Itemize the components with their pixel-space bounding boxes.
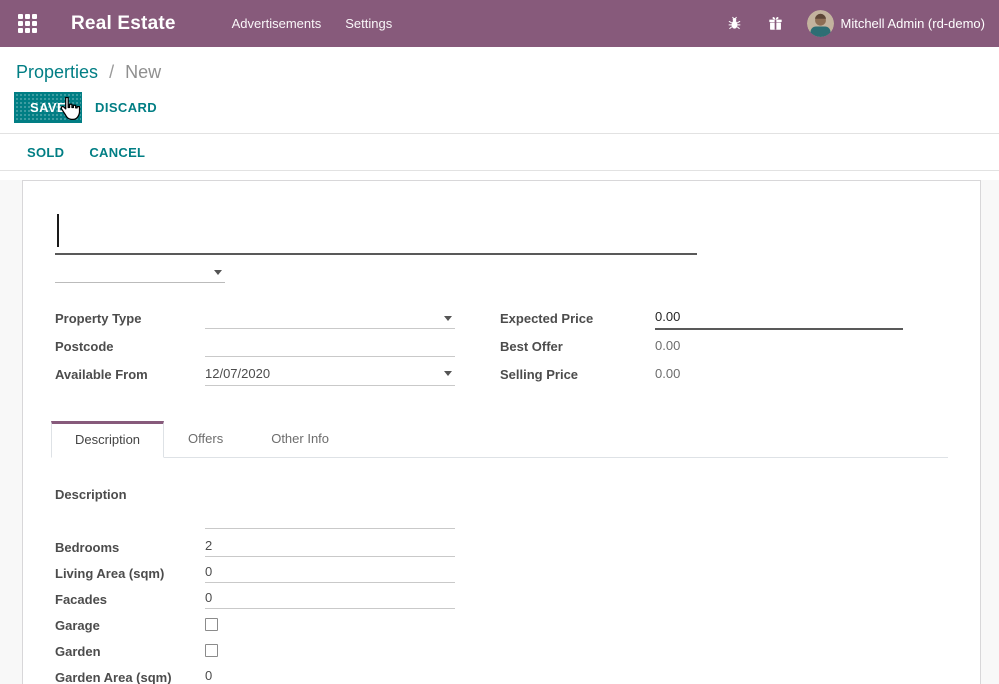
field-column-right: Expected Price 0.00 Best Offer 0.00 Sell… [500,304,948,388]
tab-offers[interactable]: Offers [164,420,247,457]
navbar-right: Mitchell Admin (rd-demo) [701,10,986,37]
field-row-expected-price: Expected Price 0.00 [500,304,948,332]
living-area-value: 0 [205,564,212,579]
description-label: Description [55,485,205,529]
property-name-input[interactable] [55,211,697,255]
form-view: Property Type Postcode Available From [0,180,999,684]
property-type-select[interactable] [205,308,455,329]
garden-area-input[interactable]: 0 [205,666,455,684]
tab-content-description: Description Bedrooms 2 Living Area (sqm)… [55,458,948,684]
user-menu[interactable]: Mitchell Admin (rd-demo) [783,10,986,37]
bug-icon[interactable] [727,16,742,31]
garage-label: Garage [55,616,205,633]
form-sheet: Property Type Postcode Available From [22,180,981,684]
field-row-description: Description [55,485,948,529]
text-caret [57,214,59,247]
living-area-input[interactable]: 0 [205,562,455,583]
field-row-bedrooms: Bedrooms 2 [55,533,948,559]
save-button[interactable]: SAVE [14,92,82,123]
breadcrumb-separator: / [109,62,114,82]
field-row-available-from: Available From 12/07/2020 [55,360,500,388]
property-type-label: Property Type [55,311,205,326]
field-row-property-type: Property Type [55,304,500,332]
available-from-value: 12/07/2020 [205,366,270,381]
top-navbar: Real Estate Advertisements Settings [0,0,999,47]
field-row-living-area: Living Area (sqm) 0 [55,559,948,585]
selling-price-label: Selling Price [500,367,655,382]
field-row-selling-price: Selling Price 0.00 [500,360,948,388]
form-statusbar: SOLD CANCEL [0,133,999,171]
field-column-left: Property Type Postcode Available From [55,304,500,388]
cancel-button[interactable]: CANCEL [89,145,145,160]
postcode-input[interactable] [205,336,455,357]
bedrooms-input[interactable]: 2 [205,536,455,557]
postcode-label: Postcode [55,339,205,354]
field-row-postcode: Postcode [55,332,500,360]
garden-checkbox[interactable] [205,644,218,657]
field-row-garden: Garden [55,637,948,663]
app-menus: Advertisements Settings [232,16,393,31]
bedrooms-label: Bedrooms [55,538,205,555]
gift-icon[interactable] [768,16,783,31]
notebook-tabs: Description Offers Other Info [51,420,948,458]
available-from-date-input[interactable]: 12/07/2020 [205,363,455,386]
garden-label: Garden [55,642,205,659]
tab-description[interactable]: Description [51,421,164,458]
form-action-bar: SAVE DISCARD [0,83,999,133]
app-name[interactable]: Real Estate [71,13,176,35]
field-row-garage: Garage [55,611,948,637]
best-offer-value: 0.00 [655,335,680,357]
field-row-best-offer: Best Offer 0.00 [500,332,948,360]
property-tags-input[interactable] [55,262,225,283]
sold-button[interactable]: SOLD [27,145,64,160]
field-row-facades: Facades 0 [55,585,948,611]
breadcrumb-current: New [125,62,161,82]
chevron-down-icon [444,316,452,321]
garage-checkbox[interactable] [205,618,218,631]
chevron-down-icon [214,270,222,275]
field-grid: Property Type Postcode Available From [55,304,948,388]
gift-icon [768,16,783,31]
breadcrumb-properties-link[interactable]: Properties [16,62,98,82]
field-row-garden-area: Garden Area (sqm) 0 [55,663,948,684]
bedrooms-value: 2 [205,538,212,553]
apps-grid-icon [18,14,37,33]
living-area-label: Living Area (sqm) [55,564,205,581]
discard-button[interactable]: DISCARD [95,100,157,115]
garden-area-value: 0 [205,668,212,683]
expected-price-input[interactable]: 0.00 [655,306,903,330]
user-avatar [807,10,834,37]
menu-advertisements[interactable]: Advertisements [232,16,322,31]
apps-menu-button[interactable] [14,10,41,37]
expected-price-value: 0.00 [655,309,680,324]
menu-settings[interactable]: Settings [345,16,392,31]
facades-input[interactable]: 0 [205,588,455,609]
tab-other-info[interactable]: Other Info [247,420,353,457]
selling-price-value: 0.00 [655,363,680,385]
facades-label: Facades [55,590,205,607]
breadcrumb: Properties / New [0,47,999,83]
garden-area-label: Garden Area (sqm) [55,668,205,684]
description-textarea[interactable] [205,485,455,529]
expected-price-label: Expected Price [500,311,655,326]
best-offer-label: Best Offer [500,339,655,354]
facades-value: 0 [205,590,212,605]
user-name: Mitchell Admin (rd-demo) [841,16,986,31]
chevron-down-icon [444,371,452,376]
available-from-label: Available From [55,367,205,382]
bug-icon [727,16,742,31]
